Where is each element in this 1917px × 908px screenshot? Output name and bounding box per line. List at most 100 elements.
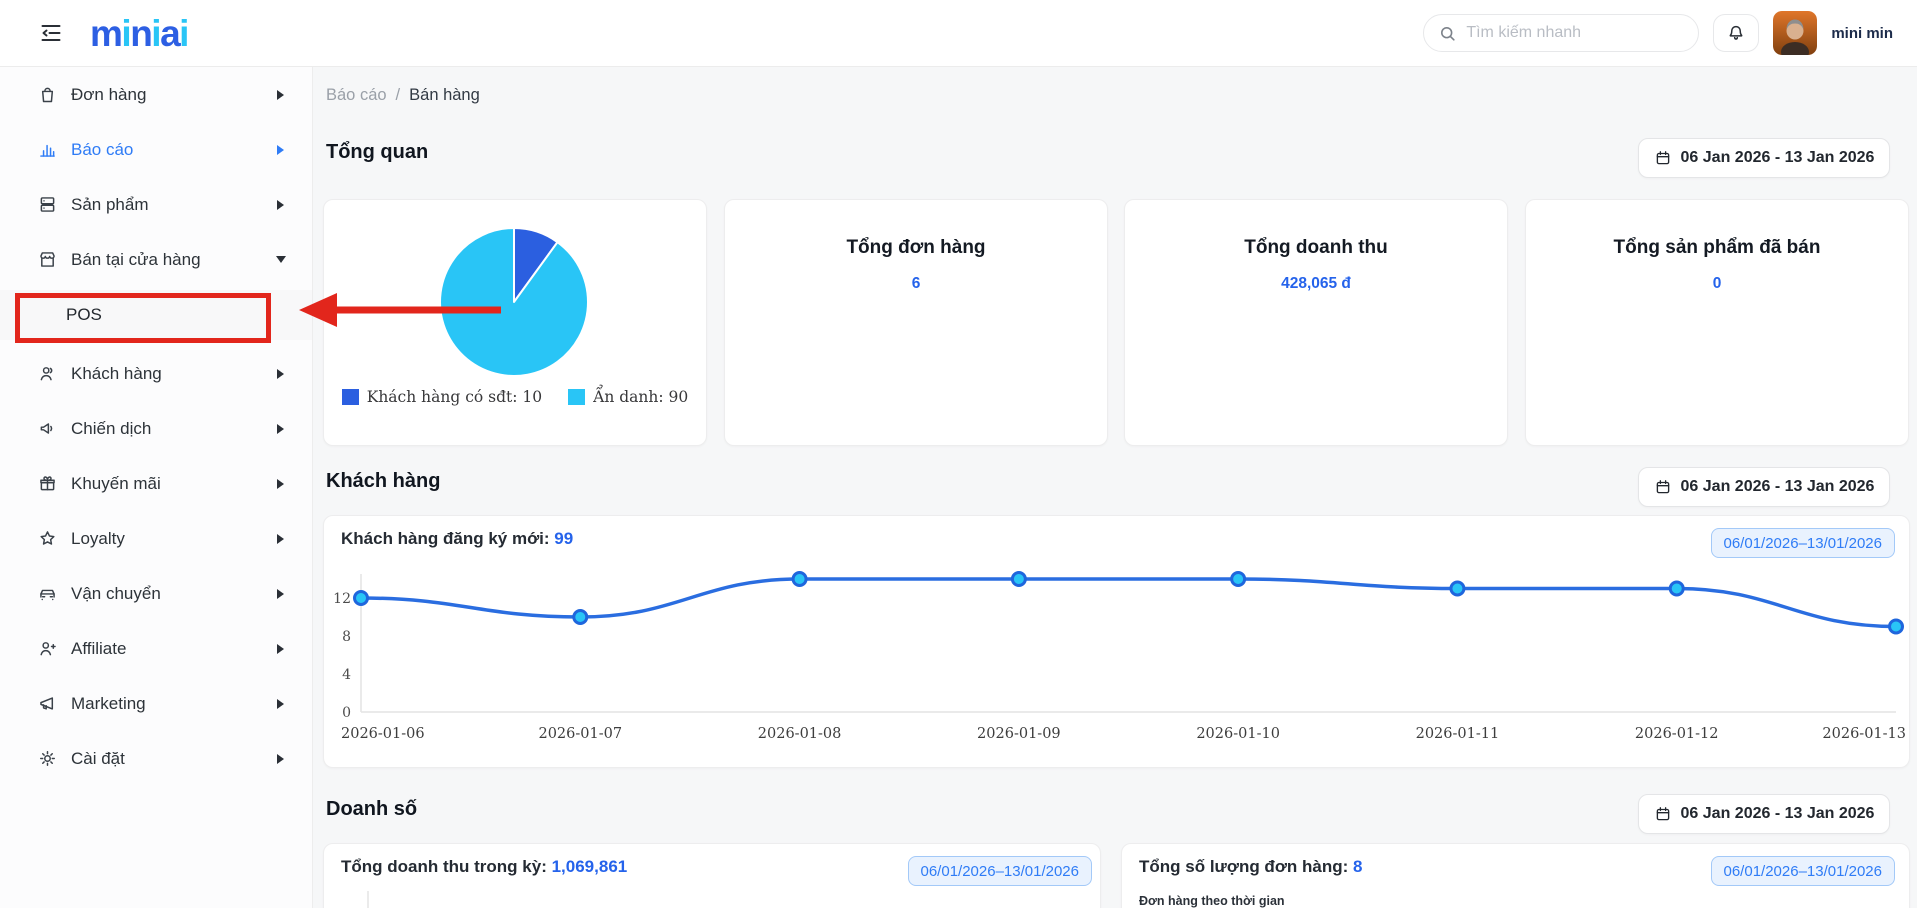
star-icon	[37, 528, 58, 549]
stat-value: 6	[725, 275, 1107, 293]
legend-label: Khách hàng có sđt: 10	[367, 388, 542, 406]
chevron-right-icon	[277, 589, 284, 599]
order-count-metric: Tổng số lượng đơn hàng: 8	[1139, 857, 1362, 877]
stat-value: 428,065 đ	[1125, 275, 1507, 293]
svg-text:2026-01-13: 2026-01-13	[1822, 726, 1906, 742]
customers-date-range-label: 06 Jan 2026 - 13 Jan 2026	[1681, 478, 1875, 496]
sales-date-range-button[interactable]: 06 Jan 2026 - 13 Jan 2026	[1638, 794, 1890, 834]
bell-icon	[1726, 23, 1746, 43]
stat-card-total-products-sold: Tổng sản phẩm đã bán 0	[1525, 199, 1909, 446]
product-icon	[37, 194, 58, 215]
orders-over-time-label: Đơn hàng theo thời gian	[1139, 894, 1285, 908]
chevron-down-icon	[276, 256, 286, 263]
sidebar-item-affiliate[interactable]: Affiliate	[0, 621, 312, 676]
sidebar-item-orders[interactable]: Đơn hàng	[0, 67, 312, 122]
chevron-right-icon	[277, 479, 284, 489]
sidebar-item-label: Loyalty	[71, 529, 264, 549]
logo-letter: i	[179, 15, 188, 52]
svg-text:12: 12	[333, 591, 351, 607]
customers-section-title: Khách hàng	[326, 470, 440, 493]
chevron-right-icon	[277, 534, 284, 544]
sidebar-item-reports[interactable]: Báo cáo	[0, 122, 312, 177]
sidebar-item-shipping[interactable]: Vận chuyển	[0, 566, 312, 621]
sidebar-item-settings[interactable]: Cài đặt	[0, 731, 312, 786]
chevron-right-icon	[277, 200, 284, 210]
breadcrumb-separator: /	[396, 86, 401, 105]
sales-section-title: Doanh số	[326, 798, 417, 821]
chevron-right-icon	[277, 699, 284, 709]
calendar-icon	[1654, 149, 1672, 167]
header: miniai mini min	[0, 0, 1917, 67]
chevron-right-icon	[277, 424, 284, 434]
period-revenue-metric: Tổng doanh thu trong kỳ: 1,069,861	[341, 857, 627, 877]
overview-date-range-label: 06 Jan 2026 - 13 Jan 2026	[1681, 149, 1875, 167]
bag-icon	[37, 84, 58, 105]
settings-icon	[37, 748, 58, 769]
pie-legend: Khách hàng có sđt: 10 Ẩn danh: 90	[324, 388, 706, 406]
notifications-button[interactable]	[1713, 14, 1759, 52]
sidebar-item-label: Chiến dịch	[71, 419, 264, 439]
svg-text:2026-01-09: 2026-01-09	[977, 726, 1061, 742]
chevron-right-icon	[277, 754, 284, 764]
breadcrumb-current: Bán hàng	[409, 86, 480, 105]
shipping-icon	[37, 583, 58, 604]
logo-letter: n	[130, 15, 151, 52]
overview-date-range-button[interactable]: 06 Jan 2026 - 13 Jan 2026	[1638, 138, 1890, 178]
stat-card-total-orders: Tổng đơn hàng 6	[724, 199, 1108, 446]
sidebar-item-label: Sản phẩm	[71, 195, 264, 215]
sidebar-item-label: Khuyến mãi	[71, 474, 264, 494]
collapse-sidebar-icon[interactable]	[37, 19, 65, 47]
svg-text:2026-01-07: 2026-01-07	[538, 726, 622, 742]
logo-letter: i	[121, 15, 130, 52]
marketing-icon	[37, 693, 58, 714]
svg-text:2026-01-11: 2026-01-11	[1416, 726, 1500, 742]
sidebar-item-store-sales[interactable]: Bán tại cửa hàng	[0, 232, 312, 287]
customers-date-range-button[interactable]: 06 Jan 2026 - 13 Jan 2026	[1638, 467, 1890, 507]
stat-label: Tổng đơn hàng	[725, 237, 1107, 259]
user-name: mini min	[1831, 25, 1893, 42]
stat-value: 0	[1526, 275, 1908, 293]
metric-label: Tổng doanh thu trong kỳ:	[341, 857, 547, 876]
legend-label: Ẩn danh: 90	[593, 388, 688, 406]
logo-letter: a	[160, 15, 179, 52]
search-box[interactable]	[1423, 14, 1699, 52]
metric-label: Tổng số lượng đơn hàng:	[1139, 857, 1348, 876]
sidebar-item-products[interactable]: Sản phẩm	[0, 177, 312, 232]
new-customers-line-chart: 048122026-01-062026-01-072026-01-082026-…	[324, 516, 1911, 769]
metric-label: Khách hàng đăng ký mới:	[341, 529, 550, 548]
chevron-right-icon	[277, 145, 284, 155]
sidebar-item-promotions[interactable]: Khuyến mãi	[0, 456, 312, 511]
breadcrumb-parent[interactable]: Báo cáo	[326, 86, 387, 105]
avatar[interactable]	[1773, 11, 1817, 55]
new-customers-chart-card: Khách hàng đăng ký mới: 99 06/01/2026–13…	[323, 515, 1910, 768]
search-input[interactable]	[1466, 24, 1684, 42]
app-logo: miniai	[90, 15, 188, 52]
breadcrumb: Báo cáo / Bán hàng	[326, 86, 480, 105]
legend-item: Khách hàng có sđt: 10	[342, 388, 542, 406]
svg-text:8: 8	[342, 629, 351, 645]
customers-icon	[37, 363, 58, 384]
metric-value: 1,069,861	[552, 857, 628, 876]
svg-text:2026-01-08: 2026-01-08	[758, 726, 842, 742]
main-content: Báo cáo / Bán hàng Tổng quan 06 Jan 2026…	[313, 67, 1917, 908]
sidebar-item-campaigns[interactable]: Chiến dịch	[0, 401, 312, 456]
order-count-card: Tổng số lượng đơn hàng: 8 06/01/2026–13/…	[1121, 843, 1910, 908]
sidebar-item-marketing[interactable]: Marketing	[0, 676, 312, 731]
svg-text:2026-01-12: 2026-01-12	[1635, 726, 1719, 742]
orders-period-badge: 06/01/2026–13/01/2026	[1711, 856, 1896, 886]
sidebar-nav: Đơn hàngBáo cáoSản phẩmBán tại cửa hàngP…	[0, 67, 313, 908]
sidebar-item-loyalty[interactable]: Loyalty	[0, 511, 312, 566]
svg-text:4: 4	[342, 667, 351, 683]
calendar-icon	[1654, 478, 1672, 496]
chevron-right-icon	[277, 90, 284, 100]
annotation-arrow	[295, 289, 507, 331]
revenue-period-badge: 06/01/2026–13/01/2026	[908, 856, 1093, 886]
legend-swatch	[568, 389, 585, 405]
stat-card-total-revenue: Tổng doanh thu 428,065 đ	[1124, 199, 1508, 446]
sidebar-item-customers[interactable]: Khách hàng	[0, 346, 312, 401]
svg-text:2026-01-06: 2026-01-06	[341, 726, 425, 742]
stat-label: Tổng doanh thu	[1125, 237, 1507, 259]
sidebar-item-label: Đơn hàng	[71, 85, 264, 105]
sidebar-item-label: Khách hàng	[71, 364, 264, 384]
store-icon	[37, 249, 58, 270]
